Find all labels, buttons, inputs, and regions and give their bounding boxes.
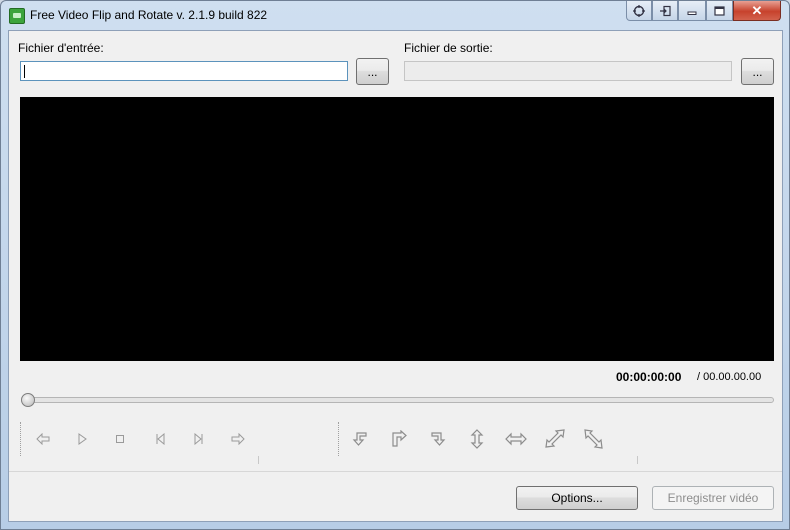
window-title: Free Video Flip and Rotate v. 2.1.9 buil… <box>30 8 268 22</box>
maximize-button[interactable] <box>706 1 733 21</box>
flip-horizontal-icon <box>505 432 527 446</box>
prev-frame-icon <box>36 433 50 445</box>
output-file-field <box>404 61 732 81</box>
seek-slider-track[interactable] <box>22 397 774 403</box>
flip-vertical-button[interactable] <box>466 428 488 450</box>
toolbar-separator <box>338 422 340 456</box>
minimize-icon <box>687 11 697 15</box>
main-panel: Fichier d'entrée: ... Fichier de sortie:… <box>8 30 783 522</box>
pin-icon <box>660 5 671 16</box>
stop-button[interactable] <box>109 428 131 450</box>
transverse-icon <box>584 429 603 449</box>
rotate-180-icon <box>431 432 446 446</box>
output-browse-button[interactable]: ... <box>741 58 774 85</box>
input-browse-button[interactable]: ... <box>356 58 389 85</box>
stop-icon <box>116 435 124 443</box>
play-icon <box>78 433 87 445</box>
next-frame-button[interactable] <box>227 428 249 450</box>
flip-horizontal-button[interactable] <box>505 428 527 450</box>
input-file-label: Fichier d'entrée: <box>18 41 104 55</box>
go-end-button[interactable] <box>188 428 210 450</box>
rotate-left-icon <box>352 432 367 446</box>
app-icon <box>9 8 25 24</box>
transpose-icon <box>545 429 565 448</box>
video-preview <box>20 97 774 361</box>
output-file-label: Fichier de sortie: <box>404 41 493 55</box>
flip-vertical-icon <box>470 429 484 449</box>
save-video-button[interactable]: Enregistrer vidéo <box>652 486 774 510</box>
transpose-button[interactable] <box>544 428 566 450</box>
current-time: 00:00:00:00 <box>616 370 682 384</box>
rotate-180-button[interactable] <box>427 428 449 450</box>
toolbar-separator <box>258 456 259 464</box>
close-icon: ✕ <box>751 2 763 18</box>
minimize-button[interactable] <box>678 1 706 21</box>
toolbar-separator <box>20 422 22 456</box>
rotate-left-button[interactable] <box>349 428 371 450</box>
app-window: Free Video Flip and Rotate v. 2.1.9 buil… <box>0 0 790 530</box>
title-bar[interactable]: Free Video Flip and Rotate v. 2.1.9 buil… <box>1 1 789 29</box>
footer-divider <box>9 471 782 472</box>
input-file-field[interactable] <box>20 61 348 81</box>
go-end-icon <box>194 433 203 445</box>
go-start-button[interactable] <box>149 428 171 450</box>
prev-frame-button[interactable] <box>32 428 54 450</box>
restore-button[interactable] <box>626 1 652 21</box>
close-button[interactable]: ✕ <box>733 1 781 21</box>
restore-icon <box>633 4 645 17</box>
total-time: / 00.00.00.00 <box>697 371 762 383</box>
rotate-right-icon <box>392 430 407 447</box>
rotate-right-button[interactable] <box>388 428 410 450</box>
next-frame-icon <box>231 433 245 445</box>
maximize-icon <box>714 5 725 16</box>
go-start-icon <box>156 433 165 445</box>
text-caret <box>24 65 25 78</box>
play-button[interactable] <box>71 428 93 450</box>
toolbar-separator <box>637 456 638 464</box>
seek-slider-thumb[interactable] <box>21 393 35 407</box>
options-button[interactable]: Options... <box>516 486 638 510</box>
pin-button[interactable] <box>652 1 678 21</box>
transverse-button[interactable] <box>583 428 605 450</box>
